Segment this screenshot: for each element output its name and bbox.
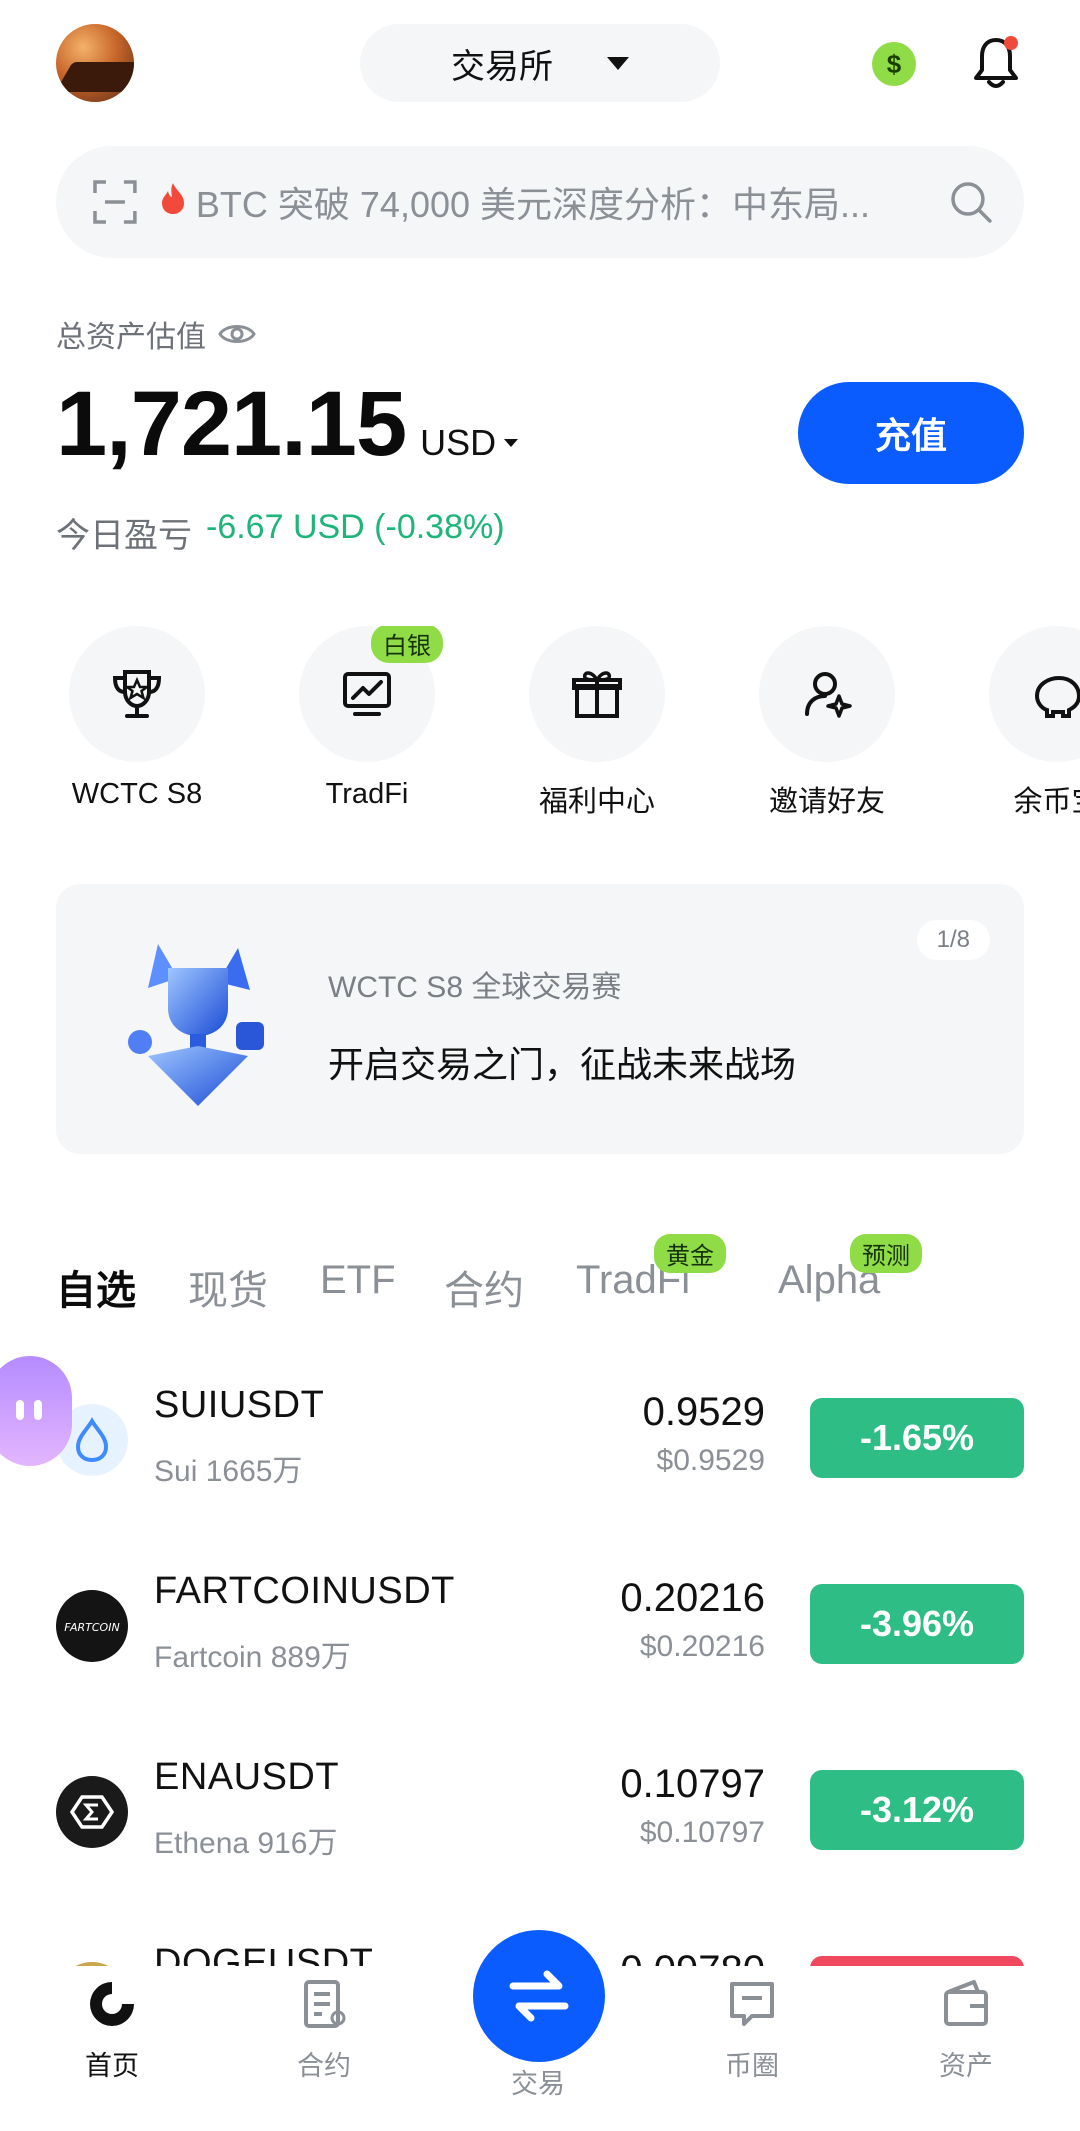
shortcut-tradfi[interactable]: 白银 TradFi [267,626,467,811]
total-assets-text: 总资产估值 [56,321,206,354]
fire-icon [160,181,186,223]
nav-label: 币圈 [725,2051,779,2081]
tab-futures[interactable]: 合约 [444,1258,524,1316]
chat-icon [724,1976,780,2032]
trophy-illustration-icon [128,944,264,1106]
asset-amount: 1,721.15 [56,373,407,475]
pair-volume: Ethena 916万 [154,1827,338,1860]
swap-arrows-icon [509,1970,569,2022]
shortcut-label: TradFi [325,778,409,810]
total-assets-label: 总资产估值 [56,312,256,356]
pnl-value: -6.67 USD (-0.38%) [206,508,505,546]
nav-assets[interactable]: 资产 [896,1976,1036,2083]
pair-volume: Sui 1665万 [154,1455,303,1488]
pair-price: 0.9529 [642,1390,765,1434]
shortcut-label: WCTC S8 [71,778,203,810]
wallet-icon [938,1976,994,2032]
market-row[interactable]: FARTCOIN FARTCOINUSDT Fartcoin 889万 0.20… [0,1552,1080,1702]
search-bar[interactable]: BTC 突破 74,000 美元深度分析：中东局... [56,146,1024,258]
contract-icon [296,1976,352,2032]
tab-watchlist[interactable]: 自选 [56,1258,136,1316]
nav-home[interactable]: 首页 [42,1976,182,2083]
deposit-button[interactable]: 充值 [798,382,1024,484]
change-badge[interactable]: -1.65% [810,1398,1024,1478]
tab-badge: 预测 [850,1234,922,1273]
trade-swap-button[interactable] [473,1930,605,2062]
nav-futures[interactable]: 合约 [254,1976,394,2083]
bubble-eye [34,1400,42,1420]
banner-page-indicator: 1/8 [916,920,990,960]
dollar-coin-icon[interactable]: $ [872,42,916,86]
shortcut-invite[interactable]: 邀请好友 [727,626,927,820]
chevron-down-icon [607,56,629,70]
shortcut-row: WCTC S8 白银 TradFi 福利中心 邀请好友 余币 [0,626,1080,826]
search-headline: BTC 突破 74,000 美元深度分析：中东局... [195,184,871,225]
shortcut-tag: 白银 [371,626,443,663]
ethena-icon [56,1776,128,1848]
banner-title: 开启交易之门，征战未来战场 [328,1044,797,1085]
tab-spot[interactable]: 现货 [188,1258,268,1316]
piggy-bank-icon: 1 [989,626,1080,762]
shortcut-wctc[interactable]: WCTC S8 [37,626,237,811]
nav-trade[interactable]: 交易 [468,2062,608,2101]
nav-label: 资产 [939,2051,993,2081]
pnl-label: 今日盈亏 [56,517,192,555]
currency-selector[interactable]: USD [420,422,519,464]
tab-etf[interactable]: ETF [320,1258,396,1303]
market-tabs: 自选 现货 ETF 合约 TradFi 黄金 Alpha 预测 [56,1234,1024,1322]
shortcut-label: 福利中心 [538,786,655,818]
bell-icon[interactable] [972,34,1020,90]
nav-label: 交易 [511,2069,565,2099]
pair-volume: Fartcoin 889万 [154,1641,351,1674]
pair-price: 0.20216 [620,1576,765,1620]
shortcut-savings[interactable]: 1 余币宝 [957,626,1080,820]
invite-user-icon [759,626,895,762]
tab-badge: 黄金 [654,1234,726,1273]
daily-pnl: 今日盈亏 -6.67 USD (-0.38%) [56,508,505,557]
pair-price: 0.10797 [620,1762,765,1806]
pair-symbol: ENAUSDT [154,1756,340,1798]
gift-icon [529,626,665,762]
nav-label: 合约 [297,2051,351,2081]
change-badge[interactable]: -3.12% [810,1770,1024,1850]
promo-banner[interactable]: WCTC S8 全球交易赛 开启交易之门，征战未来战场 1/8 [56,884,1024,1154]
chart-screen-icon: 白银 [299,626,443,762]
shortcut-label: 邀请好友 [768,786,885,818]
exchange-switcher[interactable]: 交易所 [360,24,720,102]
shortcut-rewards[interactable]: 福利中心 [497,626,697,820]
pair-symbol: FARTCOINUSDT [154,1570,455,1612]
nav-label: 首页 [85,2051,139,2081]
caret-down-icon [504,439,519,447]
search-icon[interactable] [948,179,994,225]
market-row[interactable]: SUIUSDT Sui 1665万 0.9529 $0.9529 -1.65% [0,1366,1080,1516]
pair-usd-price: $0.10797 [639,1816,765,1849]
banner-subtitle: WCTC S8 全球交易赛 [328,971,622,1004]
shortcut-label: 余币宝 [1013,786,1080,818]
notification-dot [1004,36,1018,50]
pair-symbol: SUIUSDT [154,1384,325,1426]
total-assets-value: 1,721.15 USD [56,372,519,477]
fartcoin-icon: FARTCOIN [56,1590,128,1662]
trophy-icon [69,626,205,762]
exchange-label: 交易所 [451,47,553,86]
svg-text:FARTCOIN: FARTCOIN [64,1621,119,1634]
currency-label: USD [420,422,497,463]
avatar[interactable] [56,24,134,102]
nav-community[interactable]: 币圈 [682,1976,822,2083]
home-icon [84,1976,140,2032]
market-row[interactable]: ENAUSDT Ethena 916万 0.10797 $0.10797 -3.… [0,1738,1080,1888]
pair-usd-price: $0.9529 [656,1444,765,1477]
eye-icon[interactable] [218,321,256,347]
pair-usd-price: $0.20216 [639,1630,765,1663]
dollar-symbol: $ [886,48,902,79]
change-badge[interactable]: -3.96% [810,1584,1024,1664]
scan-icon[interactable] [92,179,138,225]
assistant-bubble-icon[interactable] [0,1356,72,1466]
bubble-eye [16,1400,24,1420]
